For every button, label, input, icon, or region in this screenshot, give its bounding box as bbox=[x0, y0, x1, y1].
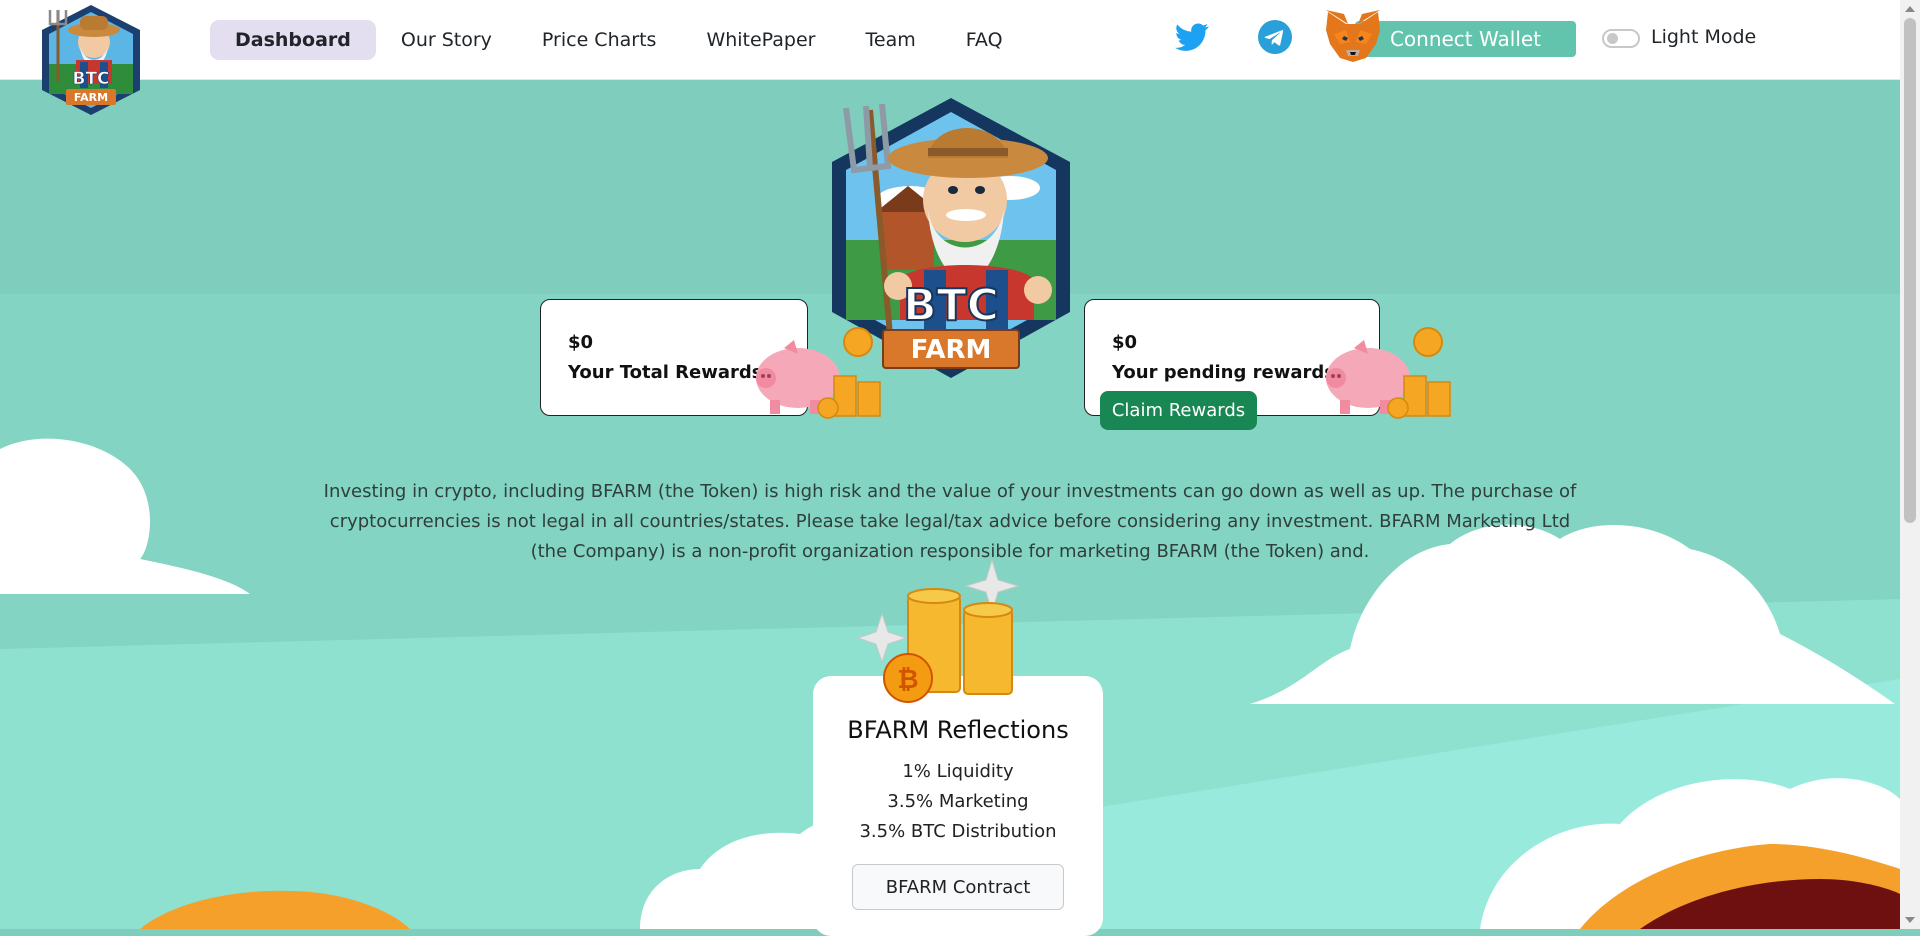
scroll-down-arrow-icon[interactable] bbox=[1905, 917, 1915, 923]
bitcoin-coins-icon: ₿ bbox=[856, 558, 1020, 703]
reflections-card: BFARM Reflections 1% Liquidity 3.5% Mark… bbox=[813, 676, 1103, 936]
reflection-liquidity: 1% Liquidity bbox=[902, 761, 1014, 782]
nav-faq[interactable]: FAQ bbox=[941, 20, 1028, 60]
main-nav: Dashboard Our Story Price Charts WhitePa… bbox=[210, 20, 1028, 60]
metamask-fox-icon bbox=[1326, 10, 1380, 62]
logo-text-farm: FARM bbox=[74, 91, 108, 104]
total-rewards-amount: $0 bbox=[568, 332, 594, 353]
hero-logo-text-farm: FARM bbox=[911, 335, 992, 365]
piggy-bank-icon bbox=[1326, 327, 1451, 419]
connect-wallet-button[interactable]: Connect Wallet bbox=[1355, 21, 1576, 57]
page-scrollbar[interactable] bbox=[1900, 0, 1920, 929]
nav-dashboard[interactable]: Dashboard bbox=[210, 20, 376, 60]
reflection-marketing: 3.5% Marketing bbox=[887, 791, 1029, 812]
logo-text-btc: BTC bbox=[72, 69, 109, 89]
scroll-up-arrow-icon[interactable] bbox=[1905, 6, 1915, 12]
hero-logo-text-btc: BTC bbox=[903, 280, 999, 331]
nav-our-story[interactable]: Our Story bbox=[376, 20, 517, 60]
reflection-btc-distribution: 3.5% BTC Distribution bbox=[859, 821, 1057, 842]
light-mode-label: Light Mode bbox=[1651, 26, 1757, 48]
nav-team[interactable]: Team bbox=[841, 20, 941, 60]
bfarm-contract-button[interactable]: BFARM Contract bbox=[852, 864, 1064, 910]
twitter-icon[interactable] bbox=[1175, 20, 1209, 54]
scrollbar-thumb[interactable] bbox=[1904, 18, 1916, 523]
pending-rewards-label: Your pending rewards bbox=[1112, 362, 1335, 383]
pending-rewards-amount: $0 bbox=[1112, 332, 1138, 353]
claim-rewards-button[interactable]: Claim Rewards bbox=[1100, 391, 1257, 430]
telegram-icon[interactable] bbox=[1258, 20, 1292, 54]
piggy-bank-icon bbox=[756, 327, 881, 419]
nav-price-charts[interactable]: Price Charts bbox=[517, 20, 682, 60]
reflections-title: BFARM Reflections bbox=[847, 716, 1069, 744]
nav-whitepaper[interactable]: WhitePaper bbox=[681, 20, 840, 60]
total-rewards-label: Your Total Rewards bbox=[568, 362, 763, 383]
svg-text:₿: ₿ bbox=[897, 665, 918, 695]
top-navbar: Dashboard Our Story Price Charts WhitePa… bbox=[0, 0, 1900, 80]
btc-farm-logo[interactable]: BTC FARM bbox=[36, 2, 146, 117]
light-mode-toggle[interactable] bbox=[1602, 29, 1640, 48]
